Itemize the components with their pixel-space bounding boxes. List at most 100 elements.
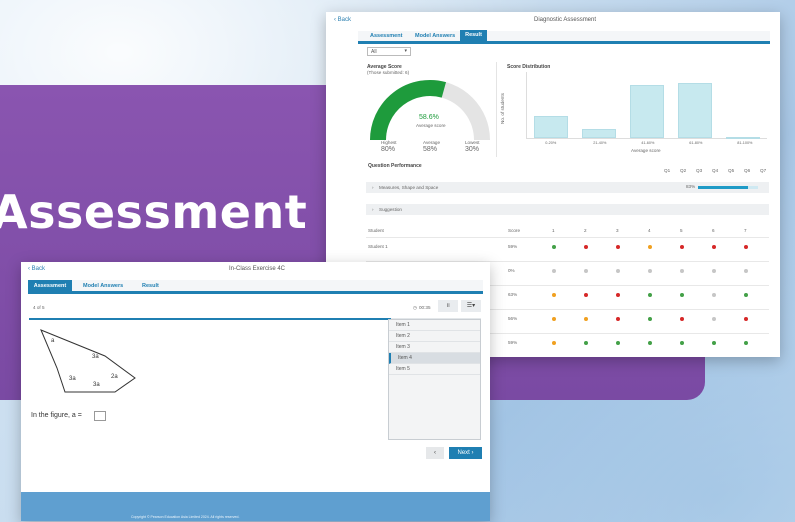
mark-dot [712,245,716,249]
x-tick-label: 61-80% [689,141,703,145]
next-button[interactable]: Next › [449,447,482,459]
answer-input[interactable] [94,411,106,421]
student-score: 63% [508,292,518,297]
question-header: Q5 [728,168,735,173]
mark-dot [616,245,620,249]
score-distribution-chart: 0-20% 21-40% 41-60% 61-80% 81-100% [526,72,767,145]
tab-model-answers[interactable]: Model Answers [83,283,123,289]
question-performance-label: Question Performance [368,163,422,169]
suggestion-row[interactable] [366,204,769,215]
x-tick-label: 41-60% [641,141,655,145]
list-icon: ☰▾ [466,303,476,309]
mark-dot [552,317,556,321]
mark-dot [744,245,748,249]
tab-assessment[interactable]: Assessment [28,280,72,292]
timer: 00:35 [419,305,431,310]
submitted-count: (Those submitted: 6) [367,70,410,75]
average-percent: 58.6% [419,114,439,121]
tab-result[interactable]: Result [460,30,487,41]
progress-fill [29,318,391,320]
x-tick-label: 0-20% [545,141,557,145]
mark-dot [584,341,588,345]
chevron-right-icon: › [372,207,374,212]
question-header: Q7 [760,168,767,173]
item-3[interactable]: Item 3 [389,342,480,353]
mark-dot [648,245,652,249]
table-header: 1 [552,228,555,233]
question-header: Q3 [696,168,703,173]
section-progress-fill [698,186,748,189]
bar [534,116,568,138]
back-link[interactable]: ‹ Back [334,17,351,23]
figure-label: 3a [69,376,76,382]
x-tick-label: 81-100% [737,141,753,145]
bar [678,83,712,138]
mark-dot [616,341,620,345]
window-title: Diagnostic Assessment [534,17,597,23]
mark-dot [648,269,652,273]
assessment-window: ‹ Back In-Class Exercise 4C Assessment M… [21,262,490,521]
filter-value: All [371,49,377,55]
table-header: 6 [712,228,715,233]
average-score-gauge [370,80,490,141]
question-header: Q6 [744,168,751,173]
bar [630,85,664,138]
tab-assessment[interactable]: Assessment [370,33,402,39]
student-score: 59% [508,340,518,345]
clock-icon: ◷ [413,305,418,310]
row-divider [366,237,769,238]
table-header: Score [508,228,521,233]
average-stat-value: 58% [423,146,438,153]
mark-dot [616,293,620,297]
table-header: 2 [584,228,587,233]
tab-result[interactable]: Result [142,283,159,289]
bar [582,129,616,138]
window-title: In-Class Exercise 4C [229,266,286,272]
mark-dot [584,293,588,297]
item-2[interactable]: Item 2 [389,331,480,342]
figure-label: 3a [92,354,99,360]
section-pct: 83% [686,184,696,189]
mark-dot [744,269,748,273]
average-caption: Average score [416,123,446,128]
menu-button[interactable]: ☰▾ [461,300,481,312]
mark-dot [712,317,716,321]
item-5[interactable]: Item 5 [389,364,480,375]
filter-select[interactable]: All ▾ [367,47,411,56]
score-distribution-label: Score Distribution [507,64,551,70]
tab-model-answers[interactable]: Model Answers [415,33,455,39]
banner-title: Assessment [0,185,308,239]
mark-dot [712,269,716,273]
mark-dot [680,317,684,321]
divider [496,62,497,157]
mark-dot [648,293,652,297]
mark-dot [744,293,748,297]
mark-dot [584,269,588,273]
student-score: 56% [508,316,518,321]
footer [21,492,490,521]
mark-dot [584,317,588,321]
highest-label: Highest [381,140,397,145]
item-1[interactable]: Item 1 [389,320,480,331]
section-progress [698,186,758,189]
bar [726,137,760,139]
mark-dot [744,341,748,345]
pause-button[interactable]: ॥ [438,300,458,312]
table-header: 7 [744,228,747,233]
mark-dot [552,245,556,249]
table-header: 3 [616,228,619,233]
figure-label: a [51,338,55,344]
highest-value: 80% [381,146,396,153]
mark-dot [712,293,716,297]
chevron-down-icon: ▾ [404,48,407,54]
chevron-right-icon: › [372,185,374,190]
back-link[interactable]: ‹ Back [28,266,45,272]
x-tick-label: 21-40% [593,141,607,145]
lowest-label: Lowest [465,140,480,145]
prev-button[interactable]: ‹ [426,447,444,459]
figure-label: 3a [93,382,100,388]
footer-text: Copyright © Pearson Education Asia Limit… [131,515,240,519]
question-header: Q1 [664,168,671,173]
item-4[interactable]: Item 4 [389,353,480,364]
student-name[interactable]: Student 1 [368,244,388,249]
